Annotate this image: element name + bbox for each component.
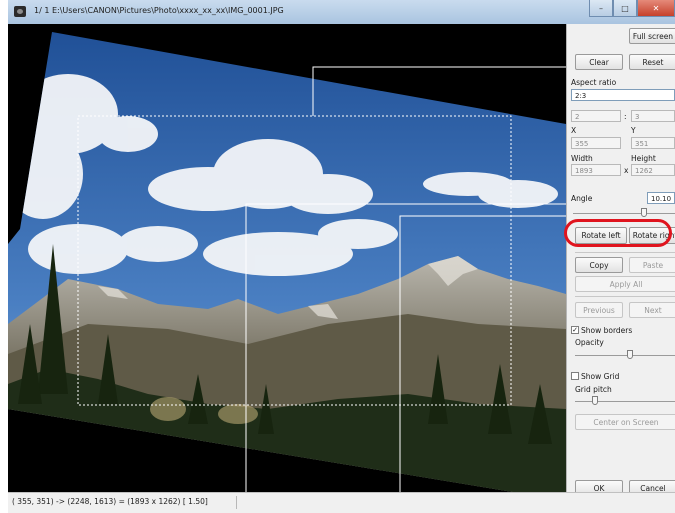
maximize-button[interactable]: □: [613, 0, 637, 17]
angle-field[interactable]: 10.10: [647, 192, 675, 204]
width-field[interactable]: 1893: [571, 164, 621, 176]
height-field[interactable]: 1262: [631, 164, 675, 176]
width-label: Width: [571, 154, 593, 163]
y-field[interactable]: 351: [631, 137, 675, 149]
close-button[interactable]: ✕: [637, 0, 675, 17]
minimize-button[interactable]: –: [589, 0, 613, 17]
show-borders-label: Show borders: [581, 326, 633, 335]
previous-button[interactable]: Previous: [575, 302, 623, 318]
angle-slider-track: [573, 213, 675, 214]
grid-pitch-label: Grid pitch: [575, 385, 612, 394]
aspect-ratio-select[interactable]: 2:3: [571, 89, 675, 101]
status-divider: [236, 496, 237, 509]
grid-pitch-slider-thumb[interactable]: [592, 396, 598, 405]
title-bar: 1/ 1 E:\Users\CANON\Pictures\Photo\xxxx_…: [8, 0, 675, 25]
clear-button[interactable]: Clear: [575, 54, 623, 70]
opacity-slider-thumb[interactable]: [627, 350, 633, 359]
app-icon: [14, 6, 26, 17]
rotate-buttons-highlight: [564, 219, 672, 247]
aspect-width-field[interactable]: 2: [571, 110, 621, 122]
paste-button[interactable]: Paste: [629, 257, 675, 273]
separator: [575, 296, 675, 297]
aspect-ratio-label: Aspect ratio: [571, 78, 617, 87]
reset-button[interactable]: Reset: [629, 54, 675, 70]
apply-all-button[interactable]: Apply All: [575, 276, 675, 292]
x-field[interactable]: 355: [571, 137, 621, 149]
opacity-label: Opacity: [575, 338, 604, 347]
copy-button[interactable]: Copy: [575, 257, 623, 273]
times-sign: x: [624, 166, 629, 175]
photo-canvas: [8, 24, 566, 492]
image-viewport[interactable]: [8, 24, 566, 492]
trim-panel: Full screen Clear Reset Aspect ratio 2:3…: [566, 24, 675, 496]
x-label: X: [571, 126, 577, 135]
height-label: Height: [631, 154, 656, 163]
opacity-slider-track: [575, 355, 675, 356]
separator: [575, 252, 675, 253]
angle-label: Angle: [571, 194, 593, 203]
show-grid-label: Show Grid: [581, 372, 620, 381]
y-label: Y: [631, 126, 636, 135]
app-window: 1/ 1 E:\Users\CANON\Pictures\Photo\xxxx_…: [8, 0, 675, 513]
center-on-screen-button[interactable]: Center on Screen: [575, 414, 675, 430]
grid-pitch-slider-track: [575, 401, 675, 402]
aspect-height-field[interactable]: 3: [631, 110, 675, 122]
next-button[interactable]: Next: [629, 302, 675, 318]
show-grid-checkbox[interactable]: [571, 372, 579, 380]
status-coordinates: ( 355, 351) -> (2248, 1613) = (1893 x 12…: [12, 497, 208, 506]
window-controls: – □ ✕: [589, 0, 675, 19]
status-bar: ( 355, 351) -> (2248, 1613) = (1893 x 12…: [8, 492, 675, 513]
show-borders-checkbox[interactable]: ✓: [571, 326, 579, 334]
aspect-colon: :: [624, 112, 627, 121]
window-title: 1/ 1 E:\Users\CANON\Pictures\Photo\xxxx_…: [34, 6, 284, 15]
angle-slider-thumb[interactable]: [641, 208, 648, 217]
full-screen-button[interactable]: Full screen: [629, 28, 675, 44]
